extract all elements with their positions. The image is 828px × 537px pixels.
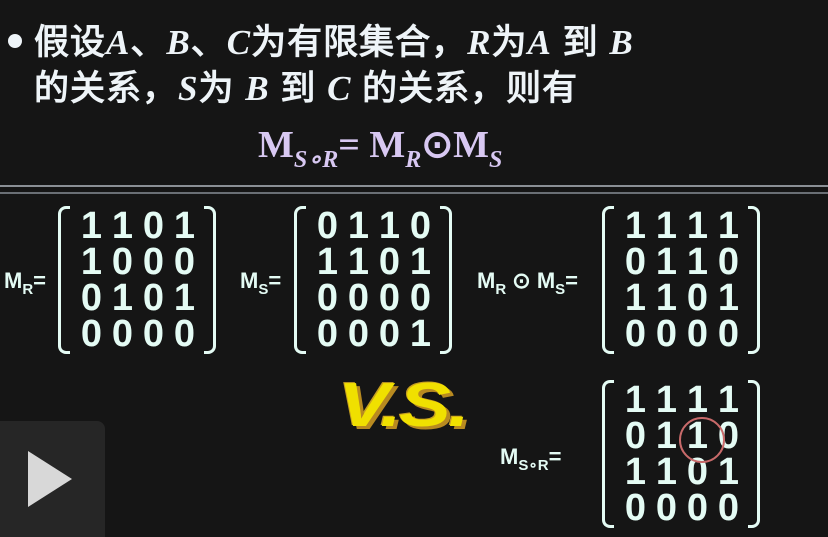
matrix-mr-odot-ms: 1111011011010000 <box>602 206 760 354</box>
matrix-cell: 1 <box>347 241 370 283</box>
matrix-cell: 0 <box>80 313 103 355</box>
matrix-cell: 1 <box>409 313 432 355</box>
matrix-cell: 1 <box>173 205 196 247</box>
matrix-cell: 0 <box>624 313 647 355</box>
matrix-cell: 0 <box>686 313 709 355</box>
matrix-cell: 1 <box>624 277 647 319</box>
matrix-label-mr: MR= <box>4 268 47 298</box>
matrix-cell: 0 <box>111 313 134 355</box>
matrix-cell: 1 <box>378 205 401 247</box>
matrix-cell: 0 <box>142 277 165 319</box>
play-button[interactable] <box>0 421 105 537</box>
matrix-cell: 1 <box>655 415 678 457</box>
matrix-cell: 0 <box>655 487 678 529</box>
matrix-cell: 1 <box>111 277 134 319</box>
matrix-cell: 1 <box>624 205 647 247</box>
matrix-cell: 0 <box>142 241 165 283</box>
matrix-cell: 1 <box>717 451 740 493</box>
composition-formula: MS∘R= MR⊙MS <box>258 124 503 173</box>
matrix-cell: 0 <box>717 313 740 355</box>
matrix-cell: 0 <box>142 205 165 247</box>
matrix-cell: 0 <box>80 277 103 319</box>
matrix-cell: 1 <box>655 277 678 319</box>
matrix-cell: 1 <box>655 205 678 247</box>
matrix-cell: 1 <box>80 205 103 247</box>
matrix-cell: 0 <box>624 241 647 283</box>
matrix-cell: 0 <box>316 205 339 247</box>
matrix-cell: 0 <box>409 205 432 247</box>
matrix-cell: 0 <box>316 313 339 355</box>
matrix-label-product: MR ⊙ MS= <box>477 268 579 298</box>
matrix-cell: 1 <box>717 205 740 247</box>
matrix-cell: 1 <box>655 379 678 421</box>
vs-label: V.S. <box>338 371 470 440</box>
matrix-cell: 1 <box>409 241 432 283</box>
text-line-1: 假设A、B、C为有限集合，R为A 到 B <box>34 23 634 62</box>
matrix-ms: 0110110100000001 <box>294 206 452 354</box>
matrix-cell: 0 <box>378 277 401 319</box>
matrix-cell: 0 <box>624 487 647 529</box>
matrix-cell: 0 <box>347 277 370 319</box>
matrix-cell: 0 <box>347 313 370 355</box>
matrix-cell: 0 <box>717 487 740 529</box>
matrix-msr: 1111011011010000 <box>602 380 760 528</box>
bullet-icon <box>8 34 22 48</box>
matrix-cell: 0 <box>173 241 196 283</box>
matrix-label-msr: MS∘R= <box>500 444 562 474</box>
matrix-cell: 0 <box>316 277 339 319</box>
matrix-cell: 1 <box>655 241 678 283</box>
matrix-cell: 1 <box>111 205 134 247</box>
matrix-cell: 1 <box>173 277 196 319</box>
matrix-label-ms: MS= <box>240 268 282 298</box>
highlight-circle <box>679 417 725 463</box>
text-line-2: 的关系，S为 B 到 C 的关系，则有 <box>34 69 579 108</box>
matrix-cell: 0 <box>378 313 401 355</box>
matrix-cell: 1 <box>655 451 678 493</box>
matrix-cell: 0 <box>173 313 196 355</box>
matrix-cell: 0 <box>409 277 432 319</box>
matrix-cell: 0 <box>655 313 678 355</box>
matrix-cell: 1 <box>80 241 103 283</box>
matrix-cell: 1 <box>686 205 709 247</box>
matrix-cell: 0 <box>378 241 401 283</box>
divider <box>0 185 828 194</box>
matrix-mr: 1101100001010000 <box>58 206 216 354</box>
matrix-cell: 0 <box>686 487 709 529</box>
matrix-cell: 1 <box>686 241 709 283</box>
matrix-cell: 1 <box>347 205 370 247</box>
matrix-cell: 1 <box>717 379 740 421</box>
play-icon <box>28 451 72 507</box>
matrix-cell: 0 <box>717 241 740 283</box>
matrix-cell: 1 <box>717 277 740 319</box>
matrix-cell: 1 <box>686 379 709 421</box>
matrix-cell: 0 <box>624 415 647 457</box>
matrix-cell: 0 <box>142 313 165 355</box>
matrix-cell: 1 <box>624 451 647 493</box>
matrix-cell: 1 <box>316 241 339 283</box>
matrix-cell: 0 <box>686 277 709 319</box>
matrix-cell: 1 <box>624 379 647 421</box>
matrix-cell: 0 <box>111 241 134 283</box>
